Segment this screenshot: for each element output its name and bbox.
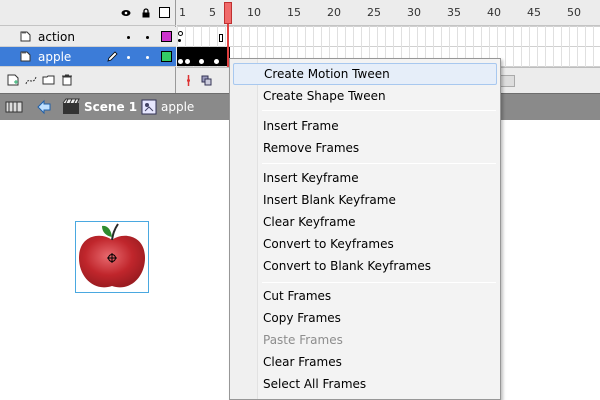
layer-icon bbox=[20, 31, 31, 42]
scene-label[interactable]: Scene 1 bbox=[84, 100, 137, 114]
frame-number: 1 bbox=[179, 6, 186, 19]
keyframe[interactable] bbox=[199, 59, 204, 64]
keyframe[interactable] bbox=[185, 59, 190, 64]
menu-item-clear-keyframe[interactable]: Clear Keyframe bbox=[233, 211, 497, 233]
playhead[interactable] bbox=[224, 2, 232, 24]
motion-guide-icon[interactable] bbox=[24, 73, 38, 87]
lock-dot[interactable] bbox=[146, 56, 149, 59]
layer-name-apple[interactable]: apple bbox=[38, 50, 71, 64]
layer-row-apple[interactable]: apple bbox=[0, 47, 176, 67]
frame-number: 30 bbox=[407, 6, 421, 19]
frame-number: 10 bbox=[247, 6, 261, 19]
menu-separator bbox=[262, 163, 496, 164]
center-frame-icon[interactable] bbox=[183, 75, 194, 86]
menu-item-clear-frames[interactable]: Clear Frames bbox=[233, 351, 497, 373]
lock-icon[interactable] bbox=[141, 8, 151, 18]
keyframe-empty[interactable] bbox=[178, 31, 183, 36]
layer-row-action[interactable]: action bbox=[0, 27, 176, 47]
menu-separator bbox=[262, 282, 496, 283]
visibility-dot[interactable] bbox=[127, 36, 130, 39]
frame-number: 5 bbox=[209, 6, 216, 19]
frame-end-marker bbox=[219, 34, 223, 42]
new-folder-icon[interactable] bbox=[42, 73, 56, 87]
frame-number: 45 bbox=[527, 6, 541, 19]
menu-item-cut-frames[interactable]: Cut Frames bbox=[233, 285, 497, 307]
apple-symbol-instance[interactable] bbox=[75, 221, 149, 293]
menu-item-insert-keyframe[interactable]: Insert Keyframe bbox=[233, 167, 497, 189]
layer-name-action[interactable]: action bbox=[38, 30, 75, 44]
eye-icon[interactable] bbox=[121, 8, 131, 18]
menu-item-select-all-frames[interactable]: Select All Frames bbox=[233, 373, 497, 395]
lock-dot[interactable] bbox=[146, 36, 149, 39]
layer-color-swatch-apple[interactable] bbox=[161, 51, 172, 62]
timeline-toggle-icon[interactable] bbox=[4, 97, 24, 117]
layers-panel: action apple bbox=[0, 0, 176, 93]
new-layer-icon[interactable] bbox=[6, 73, 20, 87]
layer-icon bbox=[20, 51, 31, 62]
frame-number: 50 bbox=[567, 6, 581, 19]
menu-item-insert-blank-keyframe[interactable]: Insert Blank Keyframe bbox=[233, 189, 497, 211]
frame-number: 20 bbox=[327, 6, 341, 19]
visibility-dot[interactable] bbox=[127, 56, 130, 59]
frame-ruler[interactable]: 1 5 10 15 20 25 30 35 40 45 50 bbox=[177, 0, 600, 26]
menu-item-create-motion-tween[interactable]: Create Motion Tween bbox=[233, 63, 497, 85]
onion-skin-icon[interactable] bbox=[201, 75, 212, 86]
action-marker bbox=[178, 39, 181, 42]
menu-item-convert-to-keyframes[interactable]: Convert to Keyframes bbox=[233, 233, 497, 255]
layer-color-swatch-action[interactable] bbox=[161, 31, 172, 42]
menu-item-remove-frames[interactable]: Remove Frames bbox=[233, 137, 497, 159]
back-arrow-icon[interactable] bbox=[36, 99, 52, 115]
menu-separator bbox=[262, 110, 496, 111]
menu-item-copy-frames[interactable]: Copy Frames bbox=[233, 307, 497, 329]
menu-item-paste-frames: Paste Frames bbox=[263, 333, 343, 347]
context-menu: Create Motion Tween Create Shape Tween I… bbox=[229, 58, 501, 400]
movieclip-symbol-icon bbox=[141, 99, 157, 115]
menu-item-create-shape-tween[interactable]: Create Shape Tween bbox=[233, 85, 497, 107]
frame-number: 25 bbox=[367, 6, 381, 19]
menu-item-convert-to-blank-keyframes[interactable]: Convert to Blank Keyframes bbox=[233, 255, 497, 277]
frame-number: 15 bbox=[287, 6, 301, 19]
keyframe[interactable] bbox=[214, 59, 219, 64]
outline-icon[interactable] bbox=[159, 7, 170, 18]
layer-toolbar bbox=[0, 67, 176, 93]
keyframe[interactable] bbox=[178, 59, 183, 64]
apple-icon[interactable] bbox=[76, 222, 148, 292]
frame-number: 35 bbox=[447, 6, 461, 19]
frame-number: 40 bbox=[487, 6, 501, 19]
menu-item-insert-frame[interactable]: Insert Frame bbox=[233, 115, 497, 137]
scene-icon bbox=[62, 98, 80, 114]
symbol-label[interactable]: apple bbox=[161, 100, 194, 114]
pencil-icon bbox=[107, 51, 118, 62]
layer-header bbox=[0, 0, 176, 26]
trash-icon[interactable] bbox=[60, 73, 74, 87]
